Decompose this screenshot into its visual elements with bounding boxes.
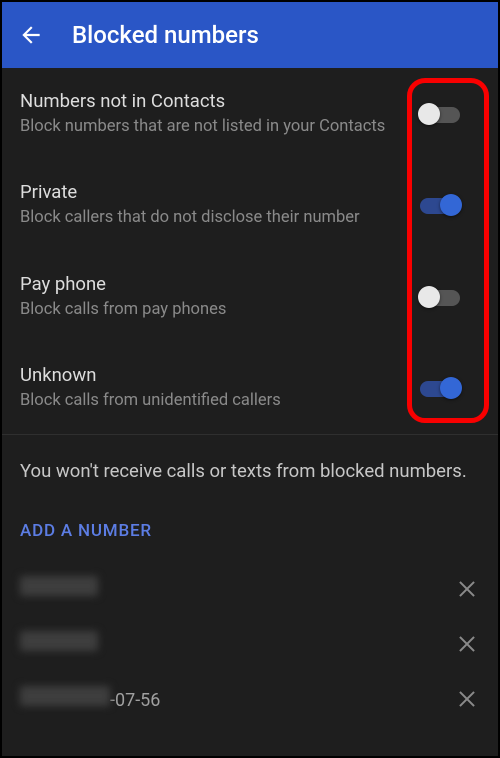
setting-title: Pay phone — [20, 273, 400, 295]
setting-text: Unknown Block calls from unidentified ca… — [20, 364, 400, 411]
close-icon[interactable] — [458, 635, 476, 653]
setting-private[interactable]: Private Block callers that do not disclo… — [2, 159, 498, 250]
setting-unknown[interactable]: Unknown Block calls from unidentified ca… — [2, 342, 498, 433]
blocked-number-text — [20, 631, 98, 656]
setting-numbers-not-in-contacts[interactable]: Numbers not in Contacts Block numbers th… — [2, 68, 498, 159]
setting-desc: Block callers that do not disclose their… — [20, 207, 400, 228]
setting-desc: Block calls from pay phones — [20, 299, 400, 320]
blocked-number-row — [2, 561, 498, 616]
setting-pay-phone[interactable]: Pay phone Block calls from pay phones — [2, 251, 498, 342]
back-icon[interactable] — [18, 22, 44, 48]
close-icon[interactable] — [458, 580, 476, 598]
content-area: Numbers not in Contacts Block numbers th… — [2, 68, 498, 726]
appbar: Blocked numbers — [2, 2, 498, 68]
setting-title: Private — [20, 181, 400, 203]
blocked-number-text: -07-56 — [20, 686, 160, 711]
add-number-button[interactable]: ADD A NUMBER — [2, 499, 498, 561]
setting-desc: Block calls from unidentified callers — [20, 390, 400, 411]
setting-text: Private Block callers that do not disclo… — [20, 181, 400, 228]
setting-text: Numbers not in Contacts Block numbers th… — [20, 90, 400, 137]
toggle-switch[interactable] — [420, 375, 462, 401]
page-title: Blocked numbers — [72, 21, 259, 49]
setting-desc: Block numbers that are not listed in you… — [20, 116, 400, 137]
toggle-switch[interactable] — [420, 284, 462, 310]
blocked-number-row — [2, 616, 498, 671]
info-text: You won't receive calls or texts from bl… — [2, 435, 498, 500]
close-icon[interactable] — [458, 690, 476, 708]
toggle-switch[interactable] — [420, 101, 462, 127]
setting-text: Pay phone Block calls from pay phones — [20, 273, 400, 320]
blocked-number-text — [20, 576, 98, 601]
setting-title: Numbers not in Contacts — [20, 90, 400, 112]
blocked-number-row: -07-56 — [2, 671, 498, 726]
setting-title: Unknown — [20, 364, 400, 386]
toggle-switch[interactable] — [420, 192, 462, 218]
